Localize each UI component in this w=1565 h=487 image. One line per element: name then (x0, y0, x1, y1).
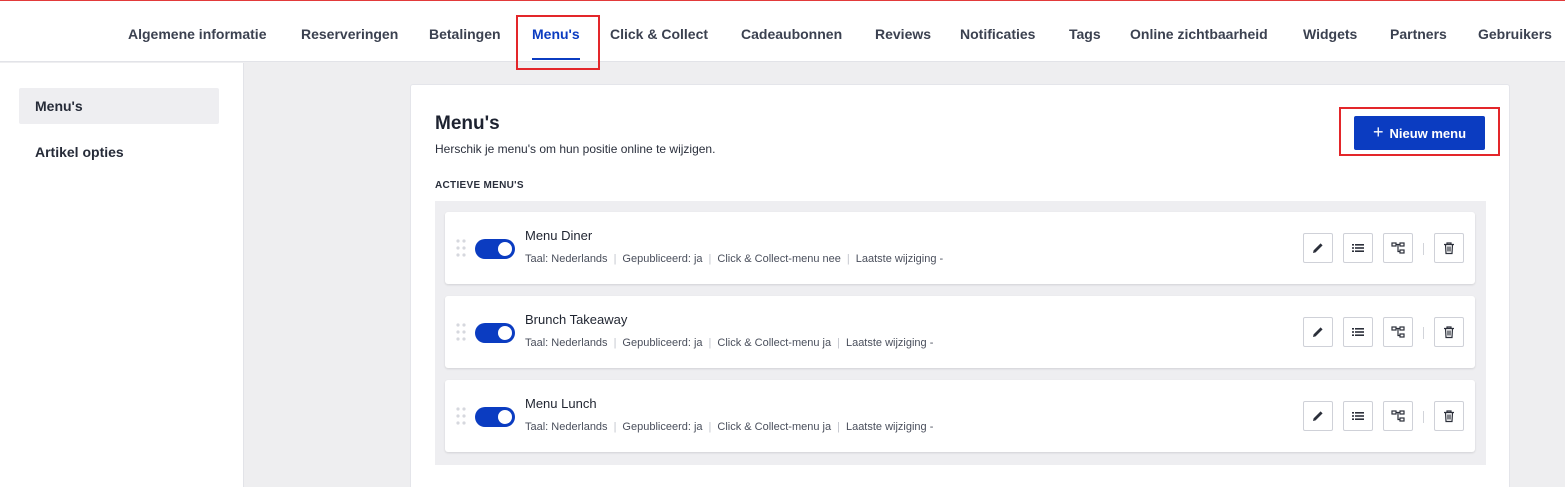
trash-icon (1444, 242, 1454, 255)
menu-meta: Taal: Nederlands | Gepubliceerd: ja | Click … (525, 253, 944, 265)
meta-published: Gepubliceerd: ja (622, 253, 703, 265)
actions-divider (1423, 327, 1424, 339)
top-navigation: Algemene informatie Reserveringen Betali… (0, 1, 1565, 62)
tab-reserveringen[interactable]: Reserveringen (301, 1, 398, 62)
hierarchy-icon (1391, 326, 1405, 338)
pencil-icon (1313, 411, 1323, 421)
meta-published: Gepubliceerd: ja (622, 421, 703, 433)
plus-icon: + (1372, 122, 1384, 142)
sidebar-item-menus[interactable]: Menu's (19, 88, 219, 124)
tab-algemene-informatie[interactable]: Algemene informatie (128, 1, 266, 62)
menu-meta: Taal: Nederlands | Gepubliceerd: ja | Click … (525, 337, 934, 349)
edit-button[interactable] (1303, 317, 1333, 347)
tab-betalingen[interactable]: Betalingen (429, 1, 501, 62)
drag-handle-icon[interactable] (456, 322, 466, 342)
items-list-button[interactable] (1343, 401, 1373, 431)
sidebar-item-artikel-opties[interactable]: Artikel opties (19, 134, 219, 170)
new-menu-button-label: Nieuw menu (1389, 125, 1467, 141)
menu-name: Menu Diner (525, 228, 593, 243)
trash-icon (1444, 326, 1454, 339)
menu-row[interactable]: Menu Lunch Taal: Nederlands | Gepubliceerd… (445, 380, 1475, 452)
list-icon (1352, 244, 1364, 252)
meta-language: Taal: Nederlands (525, 421, 608, 433)
meta-language: Taal: Nederlands (525, 253, 608, 265)
menu-row[interactable]: Brunch Takeaway Taal: Nederlands | Gepubli… (445, 296, 1475, 368)
trash-icon (1444, 410, 1454, 423)
structure-button[interactable] (1383, 401, 1413, 431)
edit-button[interactable] (1303, 233, 1333, 263)
actions-divider (1423, 411, 1424, 423)
meta-click-collect: Click & Collect-menu ja (717, 421, 832, 433)
page-subtitle: Herschik je menu's om hun positie online… (435, 142, 716, 156)
new-menu-button[interactable]: + Nieuw menu (1354, 116, 1485, 150)
meta-click-collect: Click & Collect-menu nee (717, 253, 841, 265)
meta-published: Gepubliceerd: ja (622, 337, 703, 349)
hierarchy-icon (1391, 242, 1405, 254)
tab-partners[interactable]: Partners (1390, 1, 1447, 62)
structure-button[interactable] (1383, 317, 1413, 347)
edit-button[interactable] (1303, 401, 1333, 431)
page-title: Menu's (435, 113, 500, 134)
tab-click-collect[interactable]: Click & Collect (610, 1, 708, 62)
items-list-button[interactable] (1343, 233, 1373, 263)
menu-enabled-toggle[interactable] (475, 407, 515, 427)
delete-button[interactable] (1434, 233, 1464, 263)
tab-notificaties[interactable]: Notificaties (960, 1, 1035, 62)
menu-enabled-toggle[interactable] (475, 239, 515, 259)
tab-tags[interactable]: Tags (1069, 1, 1101, 62)
tab-reviews[interactable]: Reviews (875, 1, 931, 62)
pencil-icon (1313, 327, 1323, 337)
structure-button[interactable] (1383, 233, 1413, 263)
menu-name: Menu Lunch (525, 396, 597, 411)
tab-menus[interactable]: Menu's (532, 1, 580, 62)
tab-widgets[interactable]: Widgets (1303, 1, 1357, 62)
drag-handle-icon[interactable] (456, 406, 466, 426)
tab-online-zichtbaarheid[interactable]: Online zichtbaarheid (1130, 1, 1268, 62)
delete-button[interactable] (1434, 401, 1464, 431)
sidebar: Menu's Artikel opties (0, 63, 244, 487)
active-menus-list: Menu Diner Taal: Nederlands | Gepubliceerd… (435, 201, 1486, 465)
list-icon (1352, 328, 1364, 336)
tab-cadeaubonnen[interactable]: Cadeaubonnen (741, 1, 842, 62)
list-icon (1352, 412, 1364, 420)
hierarchy-icon (1391, 410, 1405, 422)
menu-enabled-toggle[interactable] (475, 323, 515, 343)
menus-card: Menu's Herschik je menu's om hun positie… (410, 84, 1510, 487)
menu-name: Brunch Takeaway (525, 312, 628, 327)
meta-last-modified: Laatste wijziging - (845, 337, 934, 349)
meta-last-modified: Laatste wijziging - (845, 421, 934, 433)
actions-divider (1423, 243, 1424, 255)
tab-gebruikers[interactable]: Gebruikers (1478, 1, 1552, 62)
section-label-active-menus: ACTIEVE MENU'S (435, 180, 524, 191)
menu-row[interactable]: Menu Diner Taal: Nederlands | Gepubliceerd… (445, 212, 1475, 284)
menu-meta: Taal: Nederlands | Gepubliceerd: ja | Click … (525, 421, 934, 433)
items-list-button[interactable] (1343, 317, 1373, 347)
meta-click-collect: Click & Collect-menu ja (717, 337, 832, 349)
delete-button[interactable] (1434, 317, 1464, 347)
meta-language: Taal: Nederlands (525, 337, 608, 349)
meta-last-modified: Laatste wijziging - (855, 253, 944, 265)
pencil-icon (1313, 243, 1323, 253)
drag-handle-icon[interactable] (456, 238, 466, 258)
